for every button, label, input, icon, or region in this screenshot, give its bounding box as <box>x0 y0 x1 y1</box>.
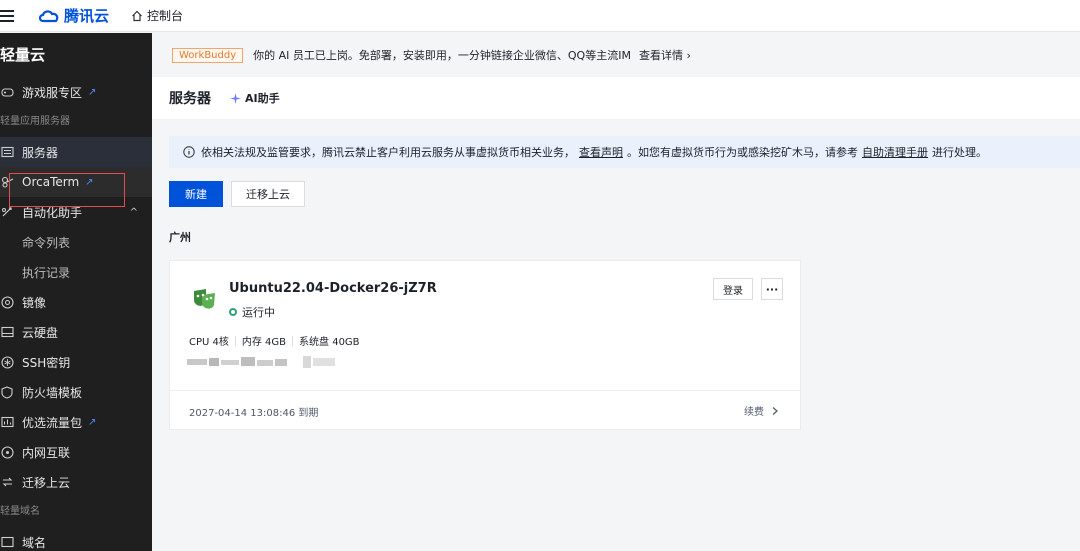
spec-memory: 内存 4GB <box>241 337 287 348</box>
network-icon <box>0 445 14 459</box>
instance-name[interactable]: Ubuntu22.04-Docker26-jZ7R <box>229 281 437 296</box>
gamepad-icon <box>0 85 14 99</box>
sidebar-item-label: 镜像 <box>22 295 47 310</box>
sidebar-item-ssh[interactable]: SSH密钥 <box>0 347 152 377</box>
image-disc-icon <box>0 295 14 309</box>
sidebar-title: 轻量云 <box>0 46 46 64</box>
sidebar-group-app: 轻量应用服务器 <box>0 116 70 127</box>
sidebar-item-server[interactable]: 服务器 <box>0 137 152 167</box>
external-link-icon: ↗ <box>88 416 97 428</box>
sidebar-item-label: SSH密钥 <box>22 355 71 370</box>
sidebar-item-exec-log[interactable]: 执行记录 <box>0 257 152 287</box>
external-link-icon: ↗ <box>88 86 97 98</box>
sidebar-item-label: 云硬盘 <box>22 325 59 340</box>
expire-time: 2027-04-14 13:08:46 到期 <box>189 408 319 419</box>
cleanup-manual-link[interactable]: 自助清理手册 <box>862 144 928 160</box>
blurred-ip-address <box>187 356 335 368</box>
ai-assistant-button[interactable]: AI助手 <box>229 90 280 106</box>
renew-link[interactable]: 续费 <box>744 403 780 418</box>
server-icon <box>0 145 14 159</box>
region-label: 广州 <box>169 231 191 244</box>
sidebar-item-disk[interactable]: 云硬盘 <box>0 317 152 347</box>
promo-banner: WorkBuddy 你的 AI 员工已上岗。免部署，安装即用，一分钟链接企业微信… <box>152 33 1080 77</box>
page-header: 服务器 AI助手 <box>152 77 1080 119</box>
info-icon <box>183 146 195 158</box>
notice-text-1: 依相关法规及监管要求，腾讯云禁止客户利用云服务从事虚拟货币相关业务， <box>201 146 575 159</box>
chevron-right-icon <box>772 406 778 415</box>
sidebar-item-intranet[interactable]: 内网互联 <box>0 437 152 467</box>
sidebar-item-label: 优选流量包 <box>22 415 83 430</box>
server-card[interactable]: Ubuntu22.04-Docker26-jZ7R 运行中 登录 ··· CPU… <box>169 260 801 430</box>
sidebar-item-label: 服务器 <box>22 145 59 160</box>
status-text: 运行中 <box>242 306 275 319</box>
brand-name: 腾讯云 <box>64 7 110 25</box>
migrate-icon <box>0 475 14 489</box>
sidebar-item-migrate[interactable]: 迁移上云 <box>0 467 152 497</box>
sidebar-item-label: 游戏服专区 <box>22 85 83 100</box>
sidebar-item-label: 域名 <box>22 535 47 550</box>
domain-icon <box>0 535 14 549</box>
workbuddy-tag: WorkBuddy <box>172 47 244 63</box>
banner-more-link[interactable]: 查看详情 › <box>639 47 691 63</box>
ubuntu-mask-icon <box>190 287 218 314</box>
traffic-chart-icon <box>0 415 14 429</box>
sidebar-item-label: 执行记录 <box>22 265 71 280</box>
ai-assistant-label: AI助手 <box>245 92 280 105</box>
sidebar: 轻量云 游戏服专区 ↗ 轻量应用服务器 服务器 OrcaTerm ↗ 自动化助手… <box>0 33 152 551</box>
cloud-logo-icon <box>38 9 59 22</box>
notice-text-3: 进行处理。 <box>932 146 987 159</box>
sidebar-group-domain: 轻量域名 <box>0 506 40 517</box>
migrate-button[interactable]: 迁移上云 <box>231 181 305 207</box>
automation-icon <box>0 205 14 219</box>
sidebar-item-traffic[interactable]: 优选流量包 ↗ <box>0 407 152 437</box>
highlight-box <box>9 173 125 207</box>
view-statement-link[interactable]: 查看声明 <box>579 144 623 160</box>
login-button[interactable]: 登录 <box>713 278 753 300</box>
main-content: WorkBuddy 你的 AI 员工已上岗。免部署，安装即用，一分钟链接企业微信… <box>152 33 1080 551</box>
instance-specs: CPU 4核 内存 4GB 系统盘 40GB <box>189 333 360 348</box>
sidebar-item-game[interactable]: 游戏服专区 ↗ <box>0 77 152 107</box>
spec-cpu: CPU 4核 <box>189 337 229 348</box>
banner-text: 你的 AI 员工已上岗。免部署，安装即用，一分钟链接企业微信、QQ等主流IM <box>253 49 631 62</box>
menu-icon[interactable] <box>0 9 16 22</box>
sidebar-item-cmd-list[interactable]: 命令列表 <box>0 227 152 257</box>
key-icon <box>0 355 14 369</box>
card-divider <box>170 390 800 391</box>
sidebar-item-firewall[interactable]: 防火墙模板 <box>0 377 152 407</box>
sidebar-item-label: 迁移上云 <box>22 475 71 490</box>
compliance-notice: 依相关法规及监管要求，腾讯云禁止客户利用云服务从事虚拟货币相关业务， 查看声明 … <box>169 136 1080 168</box>
console-label: 控制台 <box>147 9 184 23</box>
create-button[interactable]: 新建 <box>169 181 223 207</box>
shield-icon <box>0 385 14 399</box>
running-status-icon <box>229 308 237 316</box>
disk-icon <box>0 325 14 339</box>
notice-text-2: 。如您有虚拟货币行为或感染挖矿木马，请参考 <box>627 146 858 159</box>
sidebar-item-label: 内网互联 <box>22 445 71 460</box>
chevron-up-icon[interactable]: ^ <box>130 207 138 218</box>
home-icon <box>132 10 142 21</box>
brand-logo[interactable]: 腾讯云 <box>38 5 109 26</box>
sidebar-item-label: 命令列表 <box>22 235 71 250</box>
more-actions-button[interactable]: ··· <box>761 278 783 300</box>
console-link[interactable]: 控制台 <box>131 7 183 24</box>
spec-disk: 系统盘 40GB <box>299 337 360 348</box>
status-badge: 运行中 <box>229 304 275 320</box>
sidebar-item-domain[interactable]: 域名 <box>0 527 152 551</box>
ai-spark-icon <box>230 92 241 104</box>
sidebar-item-label: 防火墙模板 <box>22 385 83 400</box>
page-title: 服务器 <box>169 91 211 107</box>
sidebar-item-image[interactable]: 镜像 <box>0 287 152 317</box>
top-bar: 腾讯云 控制台 <box>0 0 1080 32</box>
